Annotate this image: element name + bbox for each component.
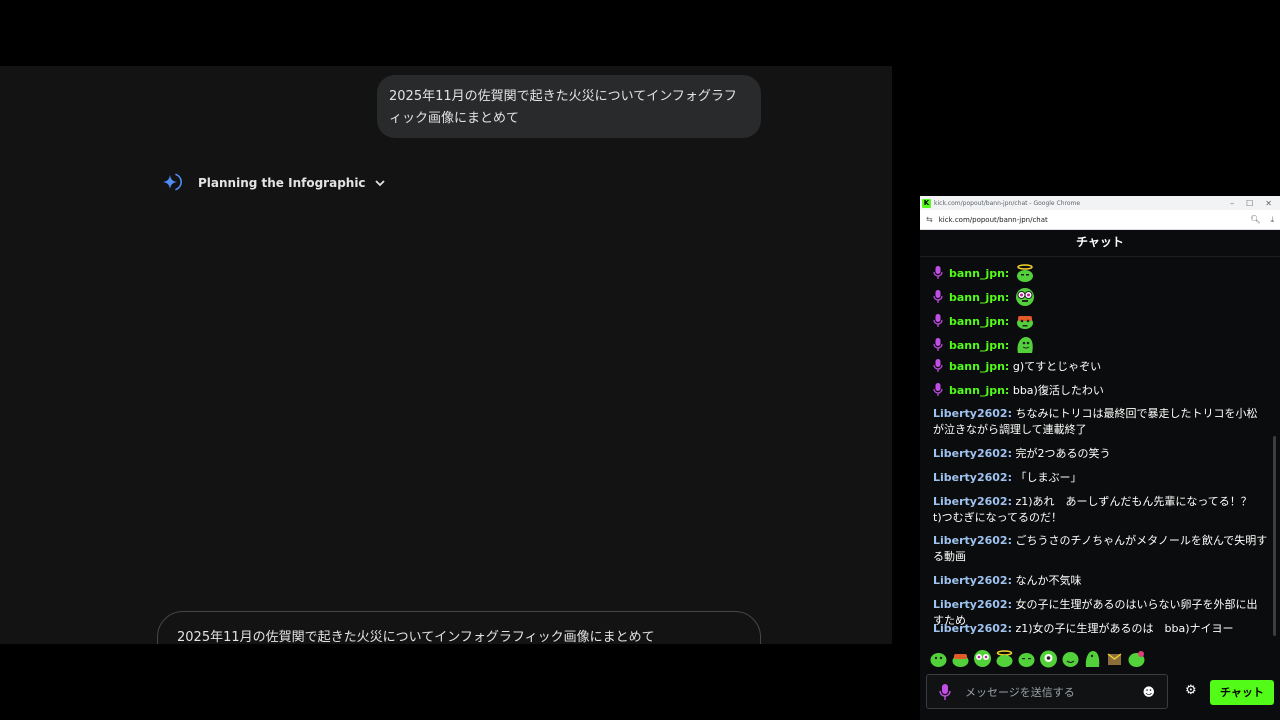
blob-emote-icon[interactable]	[929, 649, 948, 668]
goggle-frog-emote-icon	[1015, 288, 1034, 306]
chat-message: bann_jpn: bba)復活したわい	[933, 383, 1268, 399]
chat-username[interactable]: Liberty2602:	[933, 447, 1012, 460]
eye-frog-emote-icon[interactable]	[1039, 649, 1058, 668]
thinking-toggle[interactable]: Planning the Infographic	[162, 172, 386, 194]
mic-badge-icon	[933, 359, 943, 372]
chat-message: bann_jpn: g)てすとじゃぞい	[933, 359, 1268, 375]
chevron-down-icon	[374, 180, 385, 187]
chat-message: Liberty2602: z1)女の子に生理があるのは bba)ナイヨー	[933, 621, 1268, 637]
recent-emotes-bar	[929, 649, 1146, 668]
chat-input-placeholder: メッセージを送信する	[965, 685, 1075, 699]
chat-message: bann_jpn:	[933, 287, 1268, 307]
box-emote-icon[interactable]	[1105, 649, 1124, 668]
chat-message: Liberty2602: z1)あれ あーしずんだもん先輩になってる！？ t)つ…	[933, 494, 1268, 526]
red-frog-emote-icon	[1016, 316, 1033, 329]
emoji-picker-icon[interactable]: ☻	[1142, 685, 1155, 699]
chat-text: g)てすとじゃぞい	[1012, 360, 1102, 373]
window-controls: – ☐ ✕	[1230, 199, 1272, 208]
mic-badge-icon	[933, 338, 943, 351]
download-icon[interactable]: ⤓	[1270, 215, 1274, 225]
halo-frog-emote-icon	[1016, 264, 1033, 282]
chat-message: Liberty2602: ごちうさのチノちゃんがメタノールを飲んで失明する動画	[933, 533, 1268, 565]
chat-text: z1)女の子に生理があるのは bba)ナイヨー	[1015, 622, 1234, 635]
chat-message: Liberty2602: 完が2つあるの笑う	[933, 446, 1268, 462]
chat-message: bann_jpn:	[933, 311, 1268, 331]
flower-frog-emote-icon[interactable]	[1127, 649, 1146, 668]
goggle-frog-emote-icon[interactable]	[973, 649, 992, 668]
red-frog-emote-icon[interactable]	[951, 649, 970, 668]
chat-message: Liberty2602: なんか不気味	[933, 573, 1268, 589]
chat-username[interactable]: bann_jpn:	[949, 315, 1009, 328]
chat-message-list[interactable]: bann_jpn: bann_jpn: bann_jpn: bann_jpn: …	[920, 257, 1268, 637]
mic-badge-icon	[939, 683, 951, 700]
chat-username[interactable]: Liberty2602:	[933, 534, 1012, 547]
chat-username[interactable]: bann_jpn:	[949, 360, 1009, 373]
minimize-icon[interactable]: –	[1230, 199, 1234, 208]
chat-title: チャット	[920, 230, 1280, 257]
smile-frog-emote-icon[interactable]	[1061, 649, 1080, 668]
chat-username[interactable]: Liberty2602:	[933, 622, 1012, 635]
mic-badge-icon	[933, 314, 943, 327]
kick-logo-icon: K	[922, 198, 931, 208]
chat-username[interactable]: Liberty2602:	[933, 471, 1012, 484]
chat-message: Liberty2602: 「しまぶー」	[933, 470, 1268, 486]
chat-text: bba)復活したわい	[1012, 384, 1104, 397]
thinking-label: Planning the Infographic	[198, 176, 366, 190]
chat-message: bann_jpn:	[933, 335, 1268, 355]
chat-text: なんか不気味	[1015, 574, 1082, 587]
chat-scrollbar[interactable]	[1273, 436, 1276, 636]
window-title: kick.com/popout/bann-jpn/chat - Google C…	[934, 199, 1081, 207]
prompt-input[interactable]: 2025年11月の佐賀関で起きた火災についてインフォグラフィック画像にまとめて	[157, 611, 761, 644]
mic-badge-icon	[933, 266, 943, 279]
sleepy-frog-emote-icon[interactable]	[1017, 649, 1036, 668]
chat-username[interactable]: Liberty2602:	[933, 574, 1012, 587]
send-chat-button[interactable]: チャット	[1210, 680, 1274, 705]
chat-username[interactable]: Liberty2602:	[933, 407, 1012, 420]
maximize-icon[interactable]: ☐	[1246, 199, 1253, 208]
gemini-panel: 2025年11月の佐賀関で起きた火災についてインフォグラフィック画像にまとめて …	[0, 66, 892, 644]
chat-username[interactable]: bann_jpn:	[949, 267, 1009, 280]
zoom-icon[interactable]: 🔍︎	[1250, 215, 1260, 225]
green-blob-emote-icon	[1017, 337, 1033, 353]
chat-username[interactable]: Liberty2602:	[933, 598, 1012, 611]
chat-text: 完が2つあるの笑う	[1015, 447, 1111, 460]
mic-badge-icon	[933, 383, 943, 396]
window-titlebar: K kick.com/popout/bann-jpn/chat - Google…	[920, 196, 1280, 210]
chat-message-input[interactable]: メッセージを送信する ☻	[926, 674, 1168, 709]
chat-username[interactable]: Liberty2602:	[933, 495, 1012, 508]
chat-message: Liberty2602: ちなみにトリコは最終回で暴走したトリコを小松が泣きなが…	[933, 406, 1268, 438]
mic-badge-icon	[933, 290, 943, 303]
chat-username[interactable]: bann_jpn:	[949, 339, 1009, 352]
user-prompt-bubble: 2025年11月の佐賀関で起きた火災についてインフォグラフィック画像にまとめて	[377, 75, 761, 138]
chat-message: bann_jpn:	[933, 263, 1268, 283]
chat-text: 「しまぶー」	[1015, 471, 1082, 484]
address-bar: ⇆ kick.com/popout/bann-jpn/chat 🔍︎ ⤓	[920, 210, 1280, 230]
gemini-spark-icon	[163, 173, 182, 191]
chat-username[interactable]: bann_jpn:	[949, 384, 1009, 397]
halo-frog-emote-icon[interactable]	[995, 649, 1014, 668]
chat-username[interactable]: bann_jpn:	[949, 291, 1009, 304]
gear-icon[interactable]: ⚙	[1185, 683, 1197, 698]
url-text[interactable]: kick.com/popout/bann-jpn/chat	[939, 216, 1048, 224]
site-settings-icon[interactable]: ⇆	[926, 215, 933, 224]
thumb-frog-emote-icon[interactable]	[1083, 649, 1102, 668]
close-icon[interactable]: ✕	[1265, 199, 1272, 208]
chat-popout-window: K kick.com/popout/bann-jpn/chat - Google…	[920, 196, 1280, 720]
